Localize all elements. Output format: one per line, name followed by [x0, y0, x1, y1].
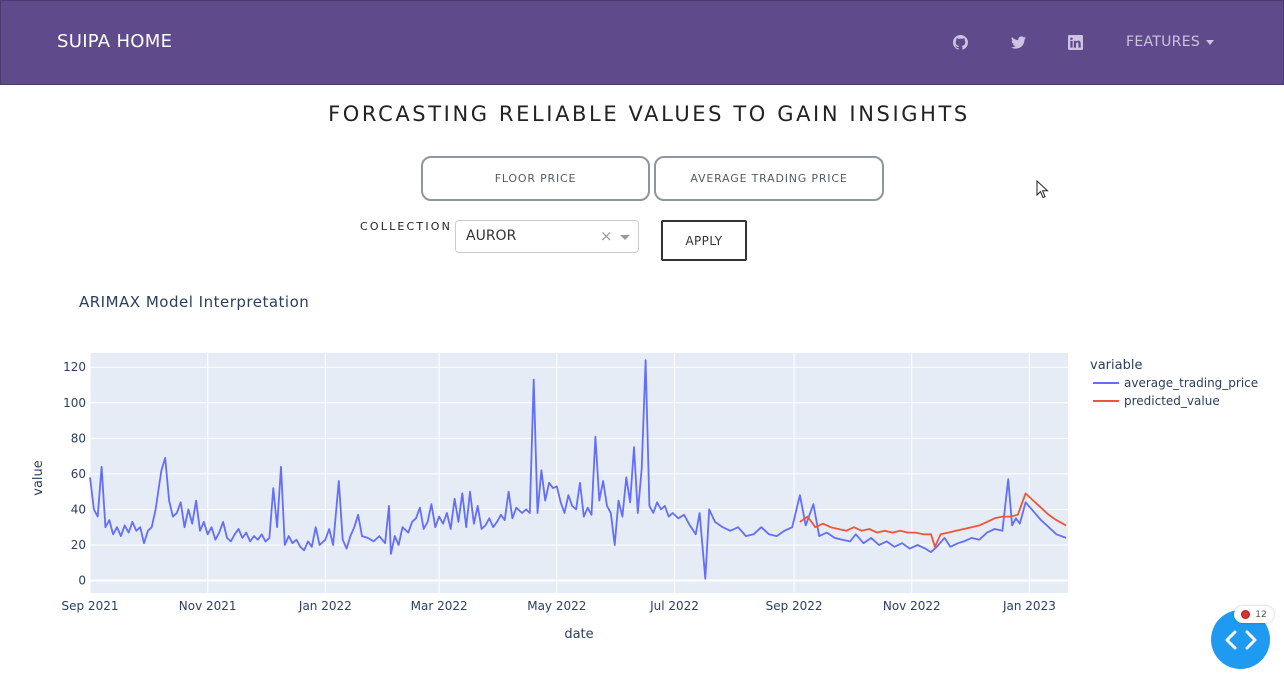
navbar: SUIPA HOME FEATURES — [0, 0, 1284, 85]
legend-title: variable — [1090, 358, 1142, 373]
collection-label: COLLECTION — [360, 220, 453, 233]
dropdown-arrow-icon[interactable] — [620, 235, 630, 240]
x-tick-label: Sep 2022 — [766, 599, 823, 613]
x-tick-label: Nov 2021 — [179, 599, 237, 613]
chart-title: ARIMAX Model Interpretation — [79, 293, 309, 311]
x-tick-label: Jul 2022 — [649, 599, 699, 613]
legend-label-average[interactable]: average_trading_price — [1124, 376, 1258, 390]
page-title: FORCASTING RELIABLE VALUES TO GAIN INSIG… — [328, 102, 970, 126]
features-dropdown[interactable]: FEATURES — [1126, 34, 1215, 50]
x-tick-label: Sep 2021 — [62, 599, 119, 613]
twitter-icon[interactable] — [1009, 33, 1027, 51]
x-tick-label: Mar 2022 — [411, 599, 468, 613]
plot-area — [90, 353, 1068, 593]
y-tick-label: 60 — [71, 467, 86, 481]
error-badge[interactable]: 12 — [1234, 606, 1274, 623]
x-tick-label: Jan 2023 — [1002, 599, 1056, 613]
collection-select-value: AUROR — [466, 228, 517, 244]
caret-down-icon — [1206, 40, 1215, 45]
brand-link[interactable]: SUIPA HOME — [57, 31, 172, 52]
x-tick-label: Nov 2022 — [883, 599, 941, 613]
x-tick-labels: Sep 2021 Nov 2021 Jan 2022 Mar 2022 May 2022… — [62, 599, 1056, 613]
y-tick-label: 100 — [63, 396, 86, 410]
x-tick-label: May 2022 — [527, 599, 586, 613]
error-dot-icon — [1241, 610, 1251, 619]
y-tick-label: 20 — [71, 538, 86, 552]
y-tick-label: 80 — [71, 431, 86, 445]
y-tick-label: 0 — [78, 574, 86, 588]
mouse-cursor-icon — [1036, 180, 1049, 199]
clear-icon[interactable]: × — [600, 227, 613, 245]
y-tick-labels: 0 20 40 60 80 100 120 — [63, 360, 86, 587]
collection-select[interactable]: AUROR × — [455, 220, 639, 253]
legend: variable average_trading_price predicted… — [1090, 358, 1258, 408]
y-tick-label: 40 — [71, 502, 86, 516]
y-axis-title: value — [31, 460, 46, 496]
floor-price-button[interactable]: FLOOR PRICE — [421, 156, 650, 201]
linkedin-icon[interactable] — [1066, 33, 1084, 51]
apply-button[interactable]: APPLY — [661, 220, 747, 261]
features-label: FEATURES — [1126, 34, 1201, 50]
x-tick-label: Jan 2022 — [298, 599, 352, 613]
arimax-chart: ARIMAX Model Interpretation Sep 2021 Nov … — [31, 293, 1258, 642]
x-axis-title: date — [564, 627, 593, 642]
error-count: 12 — [1255, 609, 1267, 620]
code-icon — [1225, 630, 1256, 649]
average-trading-price-button[interactable]: AVERAGE TRADING PRICE — [654, 156, 884, 201]
github-icon[interactable] — [951, 33, 969, 51]
legend-label-predicted[interactable]: predicted_value — [1124, 394, 1220, 408]
y-tick-label: 120 — [63, 360, 86, 374]
